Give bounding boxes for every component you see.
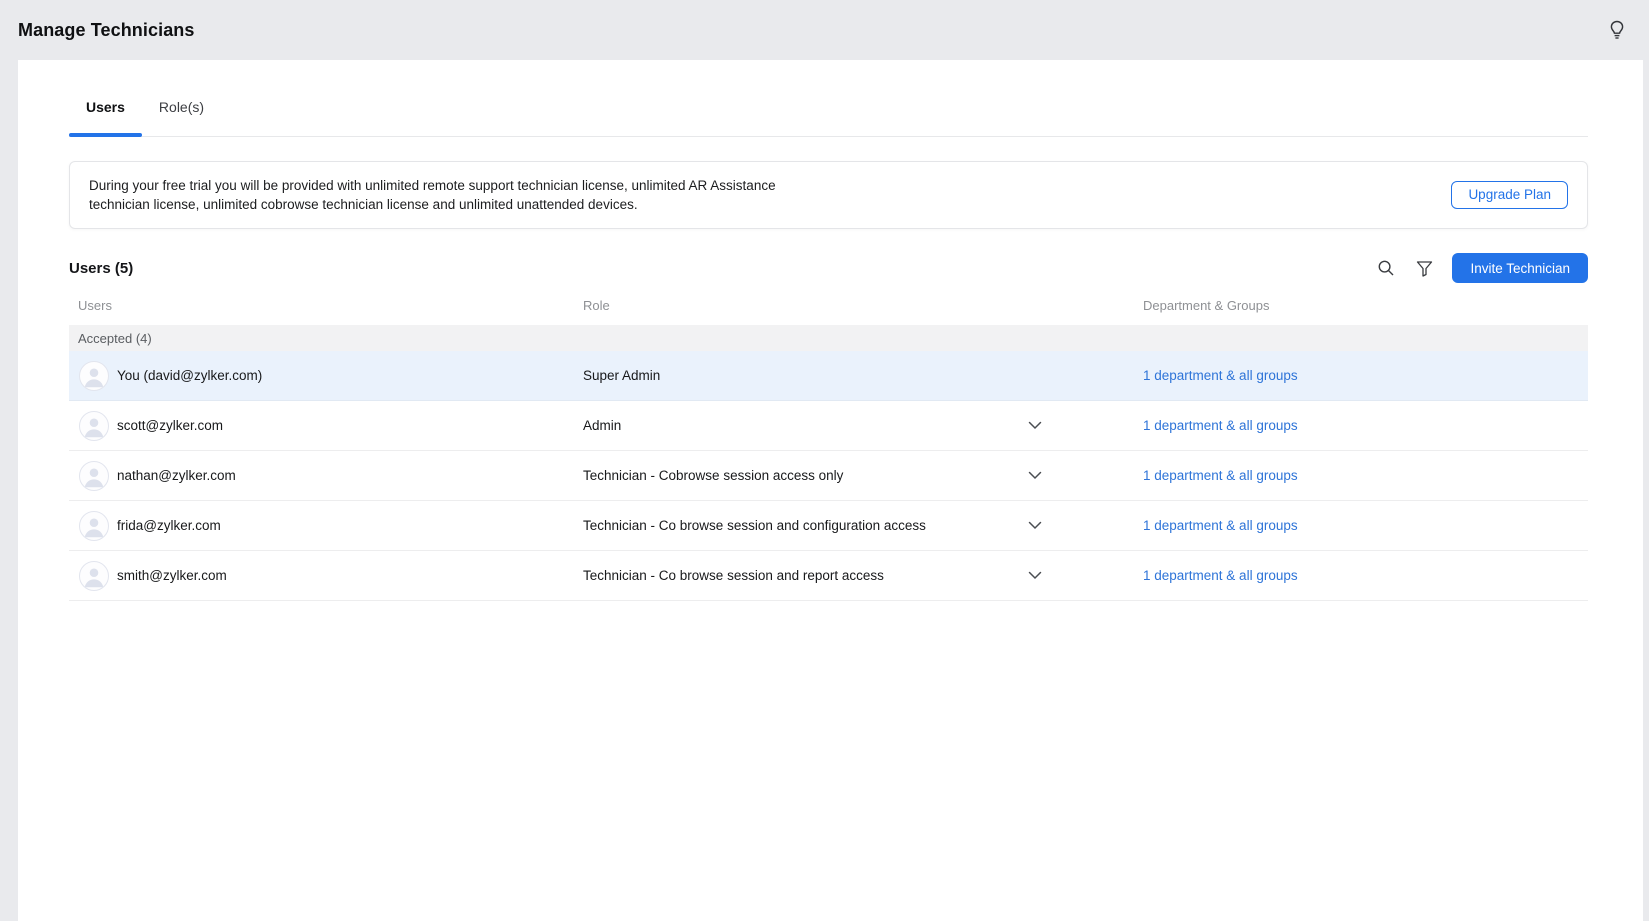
upgrade-plan-button[interactable]: Upgrade Plan	[1451, 181, 1568, 209]
user-name: You (david@zylker.com)	[117, 368, 263, 383]
user-role: Technician - Co browse session and confi…	[583, 518, 926, 533]
tab-users-label: Users	[86, 99, 125, 115]
avatar	[79, 460, 109, 491]
user-cell: You (david@zylker.com)	[69, 360, 583, 391]
search-icon[interactable]	[1374, 256, 1398, 280]
user-role: Technician - Co browse session and repor…	[583, 568, 884, 583]
tab-roles-label: Role(s)	[158, 99, 205, 115]
department-groups-link[interactable]: 1 department & all groups	[1143, 518, 1298, 533]
role-dropdown[interactable]	[1028, 571, 1143, 580]
chevron-down-icon	[1028, 471, 1042, 480]
page-title: Manage Technicians	[18, 19, 195, 40]
user-cell: smith@zylker.com	[69, 560, 583, 591]
user-cell: nathan@zylker.com	[69, 460, 583, 491]
trial-banner-text: During your free trial you will be provi…	[89, 178, 776, 212]
users-table: Users Role Department & Groups Accepted …	[69, 285, 1588, 601]
avatar	[79, 410, 109, 441]
user-role: Super Admin	[583, 368, 661, 383]
main-content-card: Users Role(s) During your free trial you…	[18, 60, 1643, 921]
chevron-down-icon	[1028, 421, 1042, 430]
table-row[interactable]: scott@zylker.com Admin 1 department & al…	[69, 401, 1588, 451]
department-groups-link[interactable]: 1 department & all groups	[1143, 568, 1298, 583]
tab-bar: Users Role(s)	[69, 60, 1588, 137]
tab-roles[interactable]: Role(s)	[142, 78, 221, 136]
user-name: frida@zylker.com	[117, 518, 221, 533]
table-row[interactable]: smith@zylker.com Technician - Co browse …	[69, 551, 1588, 601]
department-groups-link[interactable]: 1 department & all groups	[1143, 418, 1298, 433]
table-body: You (david@zylker.com) Super Admin 1 dep…	[69, 351, 1588, 601]
chevron-down-icon	[1028, 521, 1042, 530]
group-header-accepted[interactable]: Accepted (4)	[69, 325, 1588, 351]
role-dropdown[interactable]	[1028, 521, 1143, 530]
lightbulb-icon[interactable]	[1605, 18, 1629, 42]
table-row[interactable]: You (david@zylker.com) Super Admin 1 dep…	[69, 351, 1588, 401]
filter-icon[interactable]	[1412, 256, 1436, 280]
table-row[interactable]: frida@zylker.com Technician - Co browse …	[69, 501, 1588, 551]
invite-technician-button[interactable]: Invite Technician	[1452, 253, 1588, 283]
table-header-row: Users Role Department & Groups	[69, 285, 1588, 325]
role-dropdown[interactable]	[1028, 471, 1143, 480]
users-list-actions: Invite Technician	[1374, 253, 1588, 283]
users-count-title: Users (5)	[69, 259, 134, 277]
user-role: Admin	[583, 418, 622, 433]
department-groups-link[interactable]: 1 department & all groups	[1143, 468, 1298, 483]
table-row[interactable]: nathan@zylker.com Technician - Cobrowse …	[69, 451, 1588, 501]
user-name: smith@zylker.com	[117, 568, 227, 583]
user-name: scott@zylker.com	[117, 418, 223, 433]
avatar	[79, 560, 109, 591]
user-cell: frida@zylker.com	[69, 510, 583, 541]
role-dropdown[interactable]	[1028, 421, 1143, 430]
user-name: nathan@zylker.com	[117, 468, 236, 483]
group-header-label: Accepted (4)	[78, 330, 152, 346]
trial-banner: During your free trial you will be provi…	[69, 161, 1588, 229]
avatar	[79, 510, 109, 541]
user-cell: scott@zylker.com	[69, 410, 583, 441]
tab-users[interactable]: Users	[69, 78, 142, 137]
avatar	[79, 360, 109, 391]
column-header-users: Users	[78, 297, 112, 313]
user-role: Technician - Cobrowse session access onl…	[583, 468, 844, 483]
users-list-header: Users (5) Invite Technician	[69, 253, 1588, 283]
chevron-down-icon	[1028, 571, 1042, 580]
department-groups-link[interactable]: 1 department & all groups	[1143, 368, 1298, 383]
top-header-bar: Manage Technicians	[0, 0, 1649, 60]
column-header-role: Role	[583, 297, 610, 313]
column-header-dept: Department & Groups	[1143, 297, 1270, 313]
